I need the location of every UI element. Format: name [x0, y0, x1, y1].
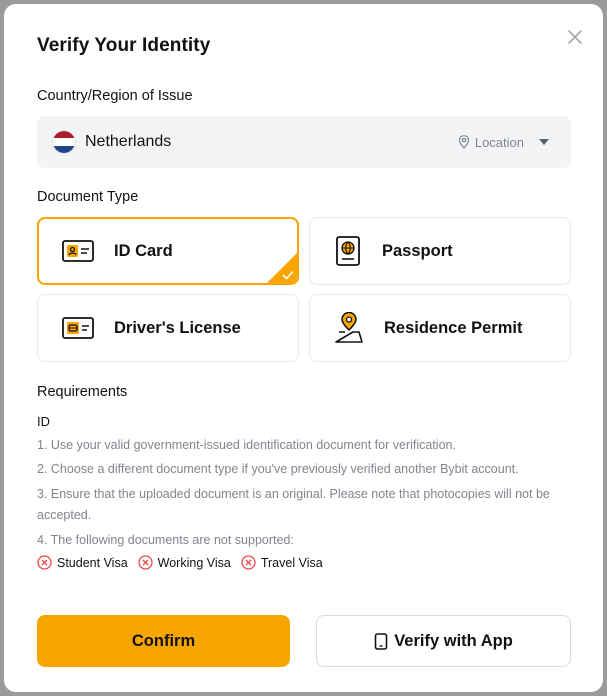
verify-identity-modal: Verify Your Identity Country/Region of I…	[4, 4, 603, 692]
country-label: Country/Region of Issue	[37, 88, 193, 104]
requirements-label: Requirements	[37, 384, 128, 400]
caret-down-icon	[539, 139, 549, 145]
doc-option-id-card[interactable]: ID Card	[37, 217, 299, 285]
unsupported-item: Student Visa	[37, 555, 128, 570]
location-pin-icon	[458, 135, 469, 149]
netherlands-flag-icon	[53, 131, 75, 153]
verify-with-app-button[interactable]: Verify with App	[316, 615, 571, 667]
unsupported-label: Working Visa	[157, 555, 231, 570]
id-card-icon	[62, 240, 94, 262]
requirement-item: 1. Use your valid government-issued iden…	[37, 438, 456, 452]
checkmark-icon	[282, 270, 294, 280]
location-label: Location	[474, 134, 524, 150]
doc-option-label: Driver's License	[114, 318, 241, 337]
requirement-item: 4. The following documents are not suppo…	[37, 533, 294, 547]
unsupported-documents: Student Visa Working Visa Travel Visa	[37, 555, 333, 570]
drivers-license-icon	[62, 317, 94, 339]
doc-option-residence-permit[interactable]: Residence Permit	[309, 294, 571, 362]
country-value: Netherlands	[85, 133, 172, 150]
verify-with-app-label: Verify with App	[394, 631, 513, 650]
doc-option-drivers-license[interactable]: Driver's License	[37, 294, 299, 362]
residence-permit-icon	[335, 312, 363, 343]
passport-icon	[336, 236, 360, 266]
unsupported-item: Working Visa	[138, 555, 231, 570]
confirm-button[interactable]: Confirm	[37, 615, 290, 667]
doc-option-label: Residence Permit	[384, 318, 523, 337]
unsupported-item: Travel Visa	[241, 555, 323, 570]
unsupported-label: Student Visa	[57, 555, 128, 570]
location-button[interactable]: Location	[458, 135, 555, 150]
error-circle-icon	[37, 555, 52, 570]
modal-title: Verify Your Identity	[37, 35, 211, 56]
requirement-item: 2. Choose a different document type if y…	[37, 462, 519, 476]
doc-option-passport[interactable]: Passport	[309, 217, 571, 285]
requirements-doc-name: ID	[37, 414, 50, 429]
unsupported-label: Travel Visa	[260, 555, 323, 570]
document-type-label: Document Type	[37, 189, 139, 205]
country-select[interactable]: Netherlands Location	[37, 116, 571, 168]
phone-icon	[374, 632, 388, 650]
close-icon	[568, 30, 582, 44]
error-circle-icon	[241, 555, 256, 570]
requirement-item: 3. Ensure that the uploaded document is …	[37, 487, 550, 522]
close-button[interactable]	[564, 26, 586, 48]
doc-option-label: Passport	[382, 241, 453, 260]
error-circle-icon	[138, 555, 153, 570]
doc-option-label: ID Card	[114, 241, 173, 260]
